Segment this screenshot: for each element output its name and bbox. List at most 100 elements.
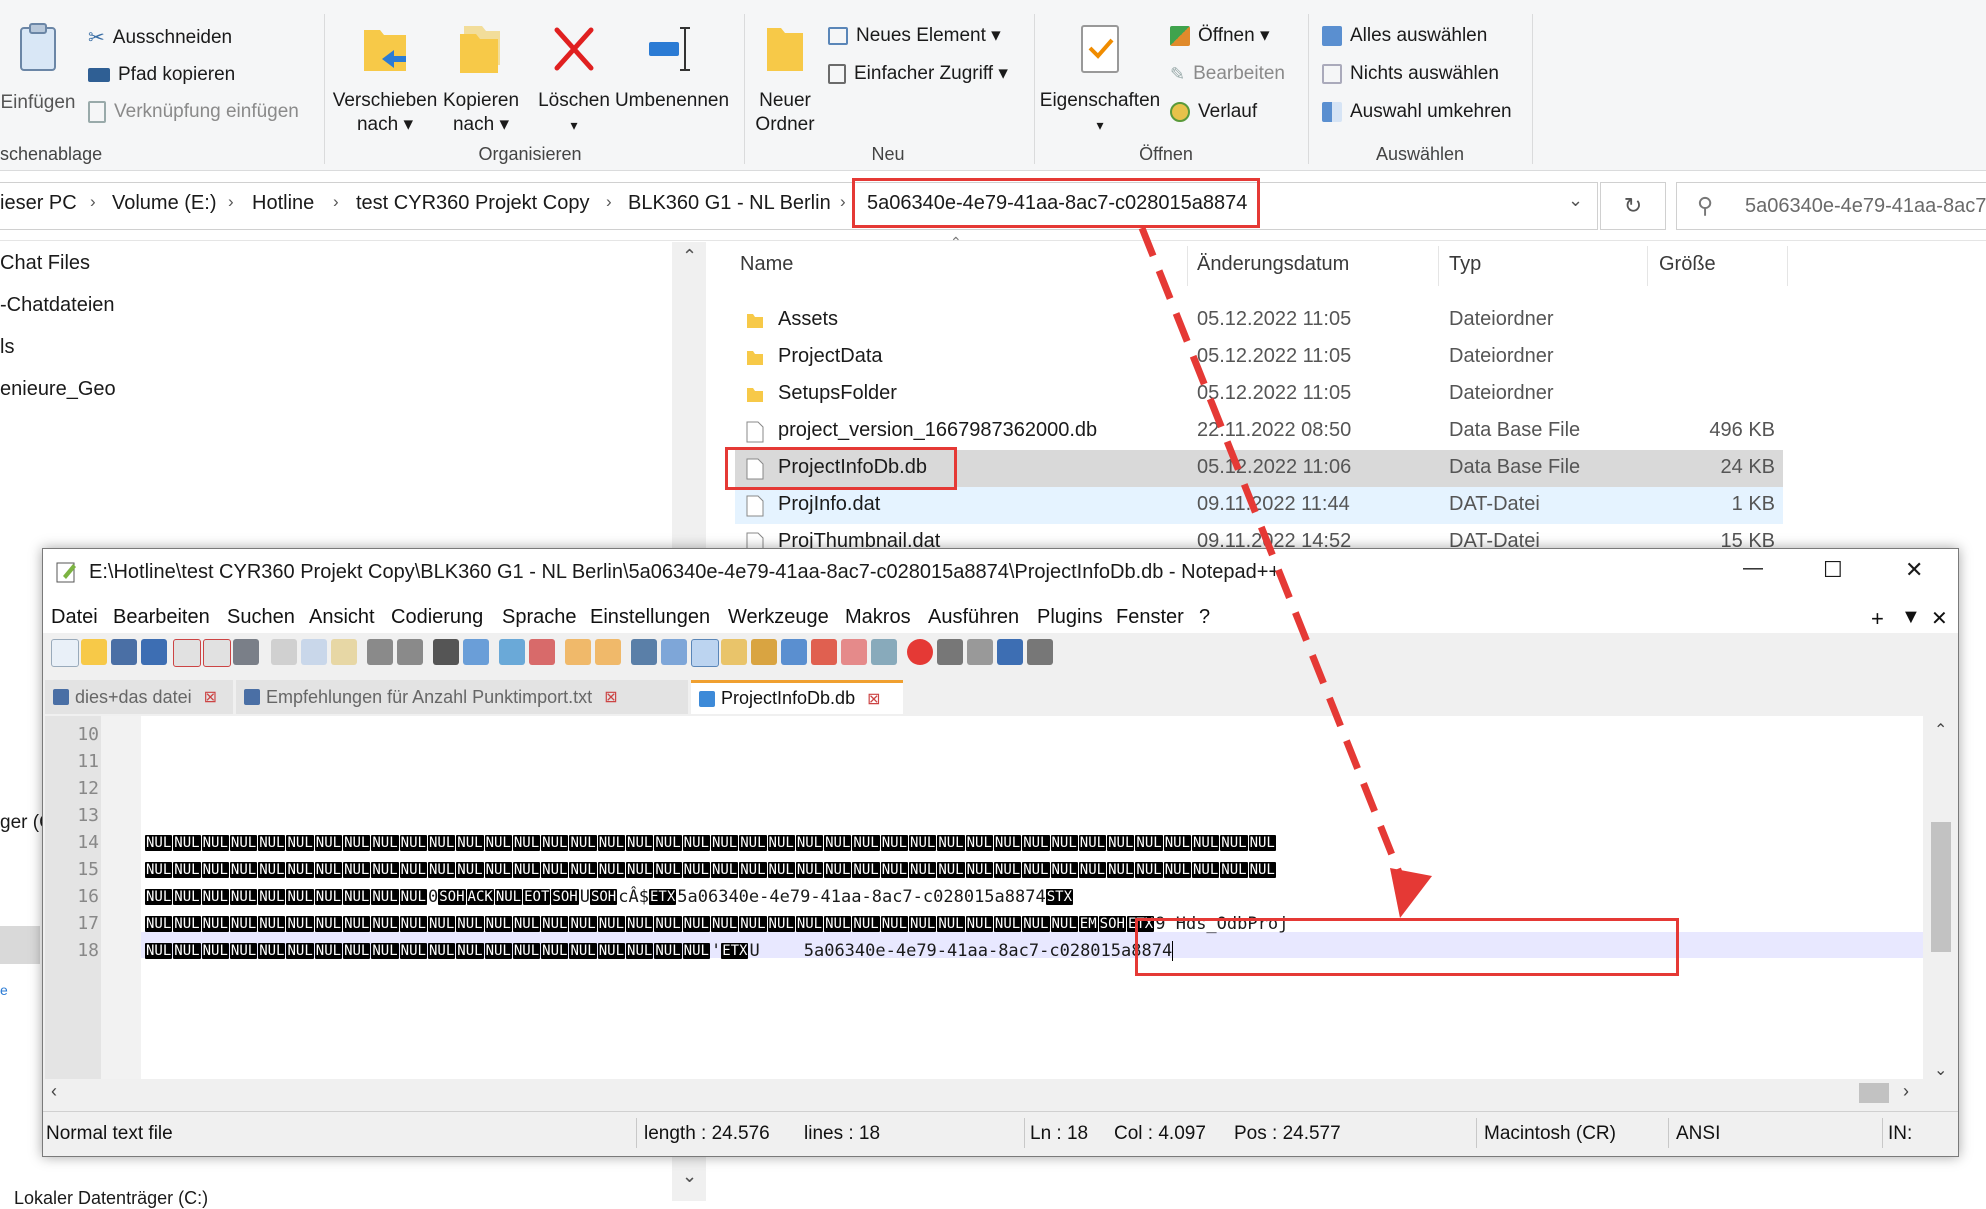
edit-button[interactable]: ✎ Bearbeiten (1170, 62, 1285, 86)
file-row[interactable]: ProjectData 05.12.2022 11:05 Dateiordner (735, 339, 1783, 376)
dropdown-icon[interactable]: ▼ (1901, 606, 1921, 629)
file-row[interactable]: SetupsFolder 05.12.2022 11:05 Dateiordne… (735, 376, 1783, 413)
menu-search[interactable]: Suchen (227, 606, 295, 629)
menu-encoding[interactable]: Codierung (391, 606, 483, 629)
plus-icon[interactable]: + (1871, 606, 1884, 632)
editor[interactable]: 10 11 12 13 14 15 16 17 18 NUL NUL NUL NUL N… (45, 716, 1955, 1088)
doc-list-icon[interactable] (781, 639, 807, 665)
scroll-down-icon[interactable]: ⌄ (1934, 1060, 1947, 1080)
menu-file[interactable]: Datei (51, 606, 98, 629)
nav-item[interactable]: Chat Files (0, 252, 90, 275)
cut-icon[interactable] (271, 639, 297, 665)
search-input[interactable]: 5a06340e-4e79-41aa-8ac7 (1745, 195, 1986, 218)
record-macro-icon[interactable] (907, 639, 933, 665)
tab-projectinfodb[interactable]: ProjectInfoDb.db ⊠ (691, 680, 903, 714)
word-wrap-icon[interactable] (631, 639, 657, 665)
scroll-right-icon[interactable]: › (1903, 1081, 1909, 1102)
scroll-down-icon[interactable]: ⌄ (682, 1166, 697, 1187)
delete-button[interactable]: Löschen ▾ (530, 22, 618, 137)
menu-tools[interactable]: Werkzeuge (728, 606, 829, 629)
new-file-icon[interactable] (51, 639, 79, 667)
nav-item[interactable]: Lokaler Datenträger (C:) (14, 1188, 208, 1209)
copy-path-button[interactable]: Pfad kopieren (88, 63, 235, 87)
scroll-up-icon[interactable]: ⌃ (1934, 720, 1947, 740)
stop-macro-icon[interactable] (937, 639, 963, 665)
invert-selection-button[interactable]: Auswahl umkehren (1322, 100, 1512, 124)
menu-view[interactable]: Ansicht (309, 606, 375, 629)
undo-icon[interactable] (367, 639, 393, 665)
file-row[interactable]: ProjInfo.dat 09.11.2022 11:44 DAT-Datei … (735, 487, 1783, 524)
new-folder-button[interactable]: Neuer Ordner (748, 22, 822, 137)
tab-close-icon[interactable]: ⊠ (604, 687, 617, 707)
close-all-icon[interactable] (203, 639, 231, 667)
tab-empfehlungen[interactable]: Empfehlungen für Anzahl Punktimport.txt … (236, 680, 688, 714)
rename-button[interactable]: Umbenennen (612, 22, 732, 113)
paste-icon[interactable] (331, 639, 357, 665)
indent-guide-icon[interactable] (691, 639, 719, 667)
run-macro-multiple-icon[interactable] (997, 639, 1023, 665)
copy-to-button[interactable]: Kopieren nach ▾ (440, 22, 522, 137)
menu-macros[interactable]: Makros (845, 606, 911, 629)
crumb-volume[interactable]: Volume (E:) (112, 192, 216, 215)
file-row[interactable]: project_version_1667987362000.db 22.11.2… (735, 413, 1783, 450)
column-header-name[interactable]: Name (740, 253, 793, 276)
select-all-button[interactable]: Alles auswählen (1322, 24, 1487, 48)
crumb-this-pc[interactable]: ieser PC (0, 192, 77, 215)
scroll-thumb[interactable] (1931, 822, 1951, 952)
save-macro-icon[interactable] (1027, 639, 1053, 665)
crumb-blk360[interactable]: BLK360 G1 - NL Berlin (628, 192, 831, 215)
paste-shortcut-button[interactable]: Verknüpfung einfügen (88, 100, 299, 124)
scroll-thumb[interactable] (1859, 1083, 1889, 1103)
close-icon[interactable]: ✕ (1905, 557, 1923, 583)
zoom-out-icon[interactable] (529, 639, 555, 665)
find-icon[interactable] (433, 639, 459, 665)
menu-help[interactable]: ? (1199, 606, 1210, 629)
select-none-button[interactable]: Nichts auswählen (1322, 62, 1499, 86)
editor-hscrollbar[interactable]: ‹ › (45, 1079, 1925, 1107)
crumb-hotline[interactable]: Hotline (252, 192, 314, 215)
close-doc-icon[interactable]: ✕ (1931, 606, 1948, 631)
refresh-icon[interactable]: ↻ (1600, 182, 1666, 230)
sync-v-icon[interactable] (565, 639, 591, 665)
show-all-chars-icon[interactable] (661, 639, 687, 665)
menu-language[interactable]: Sprache (502, 606, 577, 629)
column-header-size[interactable]: Größe (1659, 253, 1716, 276)
tab-close-icon[interactable]: ⊠ (867, 689, 880, 709)
menu-run[interactable]: Ausführen (928, 606, 1019, 629)
history-button[interactable]: Verlauf (1170, 100, 1257, 124)
easy-access-button[interactable]: Einfacher Zugriff ▾ (828, 62, 1008, 86)
new-item-button[interactable]: Neues Element ▾ (828, 24, 1001, 48)
monitoring-icon[interactable] (871, 639, 897, 665)
chevron-down-icon[interactable]: ⌄ (1568, 190, 1583, 211)
menu-plugins[interactable]: Plugins (1037, 606, 1103, 629)
editor-vscrollbar[interactable]: ⌃ ⌄ (1927, 716, 1955, 1088)
crumb-project-copy[interactable]: test CYR360 Projekt Copy (356, 192, 589, 215)
open-file-icon[interactable] (81, 639, 107, 665)
scroll-left-icon[interactable]: ‹ (51, 1081, 57, 1102)
print-icon[interactable] (233, 639, 259, 665)
nav-item[interactable]: -Chatdateien (0, 294, 115, 317)
maximize-icon[interactable]: ☐ (1823, 557, 1843, 583)
search-box[interactable]: ⚲ 5a06340e-4e79-41aa-8ac7 (1676, 182, 1986, 230)
udl-icon[interactable] (721, 639, 747, 665)
sync-h-icon[interactable] (595, 639, 621, 665)
open-button[interactable]: Öffnen ▾ (1170, 24, 1270, 48)
tab-close-icon[interactable]: ⊠ (204, 687, 217, 707)
scroll-up-icon[interactable]: ⌃ (682, 246, 697, 267)
save-icon[interactable] (111, 639, 137, 665)
save-all-icon[interactable] (141, 639, 167, 665)
menu-settings[interactable]: Einstellungen (590, 606, 710, 629)
menu-window[interactable]: Fenster (1116, 606, 1184, 629)
redo-icon[interactable] (397, 639, 423, 665)
minimize-icon[interactable]: — (1743, 557, 1763, 580)
nav-item[interactable]: ls (0, 336, 14, 359)
nav-item[interactable]: enieure_Geo (0, 378, 116, 401)
play-macro-icon[interactable] (967, 639, 993, 665)
function-list-icon[interactable] (811, 639, 837, 665)
nav-selected-item[interactable] (0, 926, 40, 964)
nav-item[interactable]: e (0, 982, 8, 998)
title-bar[interactable]: E:\Hotline\test CYR360 Projekt Copy\BLK3… (43, 549, 1958, 595)
file-row[interactable]: Assets 05.12.2022 11:05 Dateiordner (735, 302, 1783, 339)
copy-icon[interactable] (301, 639, 327, 665)
tab-dies-das[interactable]: dies+das datei ⊠ (45, 680, 233, 714)
